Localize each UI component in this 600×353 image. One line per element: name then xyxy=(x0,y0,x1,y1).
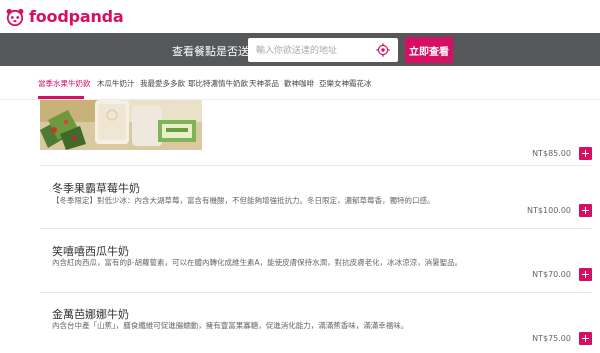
panda-logo-icon xyxy=(6,8,24,26)
item-name: 冬季果霸草莓牛奶 xyxy=(52,182,140,195)
item-description: 【冬季限定】對低少冰：內含大湖草莓，富含有機酸，不但能夠增強抵抗力。冬日限定，濃… xyxy=(52,196,435,205)
brand-logo[interactable]: foodpanda xyxy=(5,7,124,27)
address-search-box xyxy=(248,38,398,63)
item-description: 內含紅肉西瓜，富有的β-胡蘿蔔素，可以在體內轉化成維生素A，能使皮膚保持水潤，對… xyxy=(52,258,463,267)
add-to-cart-button[interactable] xyxy=(579,268,592,281)
search-label: 查看餐點是否送到 xyxy=(172,45,260,58)
item-price: NT$70.00 xyxy=(532,270,571,279)
category-nav: 當季水果牛奶飲 木瓜牛奶汁 我最愛多多飲 耶比特濃情牛奶飲 天神茶品 歡神咖啡 … xyxy=(0,66,600,100)
active-tab-indicator xyxy=(38,96,84,99)
address-input[interactable] xyxy=(248,39,366,63)
add-to-cart-button[interactable] xyxy=(579,147,592,160)
tab-category-4[interactable]: 天神茶品 xyxy=(249,78,279,89)
top-bar: foodpanda xyxy=(0,0,600,33)
menu-content: NT$85.00 冬季果霸草莓牛奶 【冬季限定】對低少冰：內含大湖草莓，富含有機… xyxy=(40,100,600,353)
item-description: 內含台中產「山蕉」，膳食纖維可促進腸蠕動，擁有豐富果寡糖，促進消化能力，滿滿蕉香… xyxy=(52,321,409,330)
locate-target-icon[interactable] xyxy=(376,43,390,57)
item-divider xyxy=(40,292,592,293)
brand-name: foodpanda xyxy=(29,7,124,26)
add-to-cart-button[interactable] xyxy=(579,332,592,345)
tab-category-2[interactable]: 我最愛多多飲 xyxy=(140,78,185,89)
check-delivery-button[interactable]: 立即查看 xyxy=(405,37,453,63)
tab-category-3[interactable]: 耶比特濃情牛奶飲 xyxy=(188,78,248,89)
tab-category-0[interactable]: 當季水果牛奶飲 xyxy=(38,78,91,89)
address-search-bar: 查看餐點是否送到 立即查看 xyxy=(0,33,600,66)
tab-category-6[interactable]: 亞樂女神霜花冰 xyxy=(319,78,372,89)
item-divider xyxy=(40,228,592,229)
item-price: NT$100.00 xyxy=(527,206,571,215)
item-price: NT$85.00 xyxy=(532,149,571,158)
item-photo[interactable] xyxy=(40,100,202,150)
item-divider xyxy=(40,165,592,166)
item-price: NT$75.00 xyxy=(532,334,571,343)
add-to-cart-button[interactable] xyxy=(579,204,592,217)
tab-category-5[interactable]: 歡神咖啡 xyxy=(284,78,314,89)
tab-category-1[interactable]: 木瓜牛奶汁 xyxy=(97,78,135,89)
